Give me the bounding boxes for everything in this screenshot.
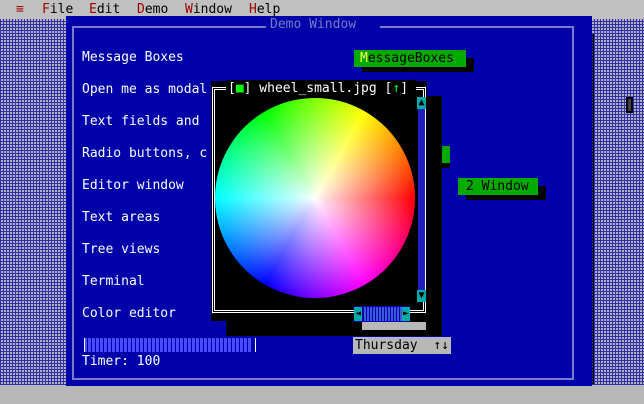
row-radio-buttons: Radio buttons, c xyxy=(82,146,208,161)
color-wheel-image xyxy=(215,98,415,298)
desktop-scroll-thumb-grip xyxy=(628,99,631,111)
system-menu-icon[interactable]: ≡ xyxy=(16,2,24,17)
scroll-up-icon[interactable]: ▲ xyxy=(417,97,426,109)
row-editor-window: Editor window xyxy=(82,178,184,193)
menu-demo-hotkey: D xyxy=(137,2,145,17)
demo-window-title[interactable]: Demo Window xyxy=(270,17,356,32)
messageboxes-label: essageBoxes xyxy=(367,51,454,66)
close-icon[interactable]: ■ xyxy=(236,81,244,96)
menu-edit[interactable]: Edit xyxy=(89,2,120,17)
menu-edit-label: dit xyxy=(96,2,121,17)
title-bracket-right: ] xyxy=(400,81,409,96)
status-bar xyxy=(0,385,644,404)
menu-demo-label: emo xyxy=(144,2,169,17)
title-bracket-left: [ xyxy=(228,81,236,96)
weekday-value: Thursday xyxy=(355,338,418,353)
weekday-select[interactable]: Thursday ↑↓ xyxy=(353,337,451,354)
row-text-fields: Text fields and xyxy=(82,114,200,129)
image-window-title[interactable]: [■] wheel_small.jpg [↑] xyxy=(228,81,408,96)
weekday-arrows-icon[interactable]: ↑↓ xyxy=(433,337,449,354)
hscroll-shadow xyxy=(362,322,426,330)
row-tree-views: Tree views xyxy=(82,242,161,257)
row-open-modal: Open me as modal xyxy=(82,82,208,97)
menu-demo[interactable]: Demo xyxy=(137,2,168,17)
timer-progress-rail xyxy=(84,338,256,352)
messageboxes-button[interactable]: MessageBoxes xyxy=(354,50,466,67)
menu-edit-hotkey: E xyxy=(89,2,97,17)
row-color-editor: Color editor xyxy=(82,306,176,321)
window2-button[interactable]: 2 Window xyxy=(458,178,538,195)
scroll-left-icon[interactable]: ◄ xyxy=(354,307,362,321)
scroll-right-icon[interactable]: ► xyxy=(402,307,410,321)
menu-help-hotkey: H xyxy=(249,2,257,17)
scroll-down-icon[interactable]: ▼ xyxy=(417,290,426,302)
row-message-boxes: Message Boxes xyxy=(82,50,184,65)
row-text-areas: Text areas xyxy=(82,210,161,225)
menu-help-label: elp xyxy=(256,2,281,17)
menu-file-hotkey: F xyxy=(42,2,50,17)
menu-file-label: ile xyxy=(49,2,74,17)
menu-window[interactable]: Window xyxy=(185,2,232,17)
image-vscroll-track[interactable] xyxy=(418,100,425,292)
menu-window-label: indow xyxy=(192,2,232,17)
row-terminal: Terminal xyxy=(82,274,145,289)
menu-file[interactable]: File xyxy=(42,2,73,17)
image-hscroll-thumb[interactable] xyxy=(364,307,402,321)
timer-label: Timer: 100 xyxy=(82,354,161,369)
messageboxes-hotkey: M xyxy=(360,51,368,66)
image-window-title-text: ] wheel_small.jpg [ xyxy=(243,81,393,96)
menu-window-hotkey: W xyxy=(185,2,193,17)
menu-help[interactable]: Help xyxy=(249,2,280,17)
